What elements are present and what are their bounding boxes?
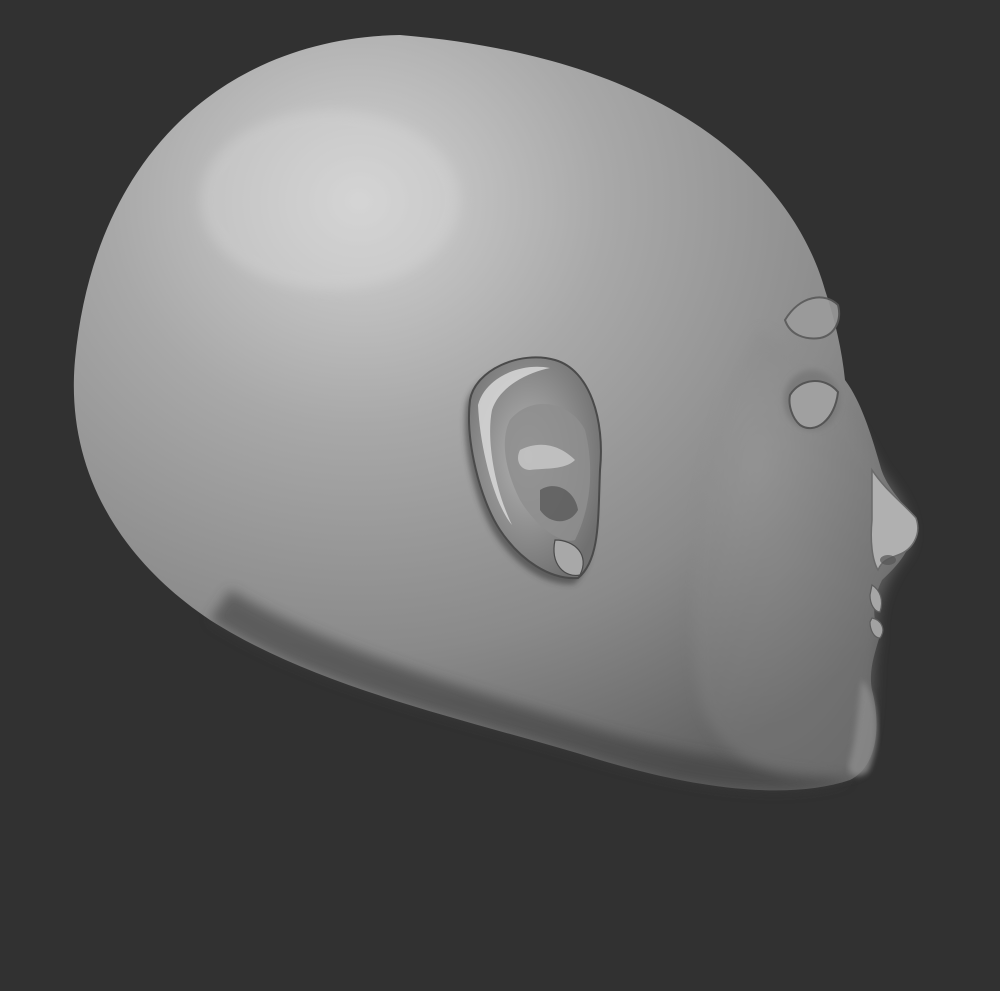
cranium-highlight: [200, 110, 460, 290]
sculpt-viewport[interactable]: [0, 0, 1000, 991]
sculpt-canvas[interactable]: [0, 0, 1000, 991]
nostril-shadow: [880, 555, 896, 565]
